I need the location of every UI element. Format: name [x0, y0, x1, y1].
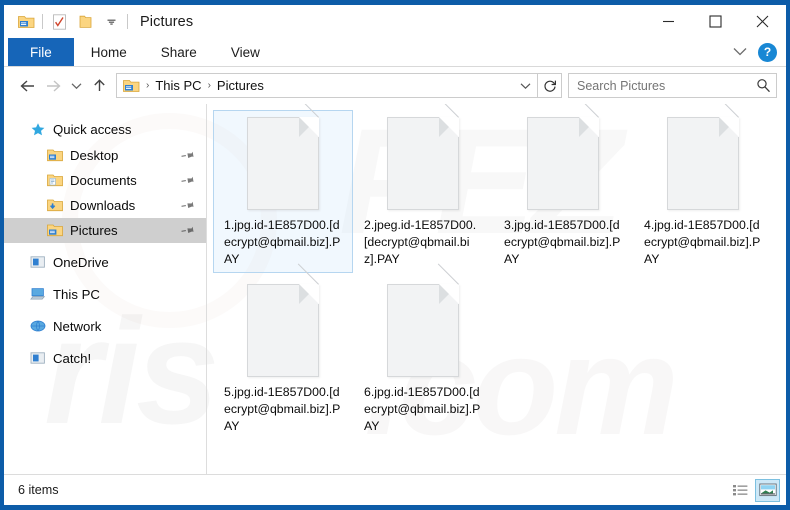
file-name: 1.jpg.id-1E857D00.[decrypt@qbmail.biz].P…: [224, 217, 342, 268]
sidebar-item-quick-access[interactable]: Quick access: [4, 117, 206, 142]
maximize-button[interactable]: [692, 5, 739, 38]
search-box[interactable]: [568, 73, 777, 98]
folder-pictures-icon: [47, 223, 63, 239]
sidebar-label: Pictures: [70, 223, 118, 238]
file-name: 3.jpg.id-1E857D00.[decrypt@qbmail.biz].P…: [504, 217, 622, 268]
onedrive-icon: [30, 255, 46, 271]
window-controls: [645, 5, 786, 38]
blank-document-icon: [527, 117, 599, 210]
sidebar-item-downloads[interactable]: Downloads: [4, 193, 206, 218]
large-icons-view-button[interactable]: [755, 479, 780, 502]
minimize-button[interactable]: [645, 5, 692, 38]
pin-icon[interactable]: [179, 196, 197, 214]
blank-document-icon: [387, 284, 459, 377]
file-name: 6.jpg.id-1E857D00.[decrypt@qbmail.biz].P…: [364, 384, 482, 435]
file-item[interactable]: 3.jpg.id-1E857D00.[decrypt@qbmail.biz].P…: [493, 110, 633, 273]
status-bar: 6 items: [4, 474, 786, 505]
window-inner: ris PEZ .com: [4, 5, 786, 505]
expand-ribbon-icon[interactable]: [733, 43, 747, 61]
item-count: 6 items: [18, 483, 59, 497]
breadcrumb-this-pc[interactable]: This PC: [152, 78, 204, 93]
network-icon: [30, 319, 46, 335]
up-button[interactable]: [86, 73, 112, 99]
pin-icon[interactable]: [179, 221, 197, 239]
search-input[interactable]: [577, 79, 755, 93]
file-item[interactable]: 1.jpg.id-1E857D00.[decrypt@qbmail.biz].P…: [213, 110, 353, 273]
tab-share[interactable]: Share: [144, 38, 214, 66]
breadcrumb-separator-0: ›: [143, 80, 152, 91]
ribbon-tab-bar: File Home Share View ?: [4, 38, 786, 67]
address-bar: › This PC › Pictures: [4, 67, 786, 104]
window-title: Pictures: [140, 14, 193, 30]
qat-divider: [42, 14, 43, 29]
folder-downloads-icon: [47, 198, 63, 214]
file-grid: 1.jpg.id-1E857D00.[decrypt@qbmail.biz].P…: [213, 110, 786, 444]
pin-icon[interactable]: [179, 146, 197, 164]
sidebar-label: Desktop: [70, 148, 118, 163]
sidebar-label: Network: [53, 319, 101, 334]
folder-desktop-icon: [47, 148, 63, 164]
sidebar-label: Documents: [70, 173, 137, 188]
new-folder-icon[interactable]: [46, 11, 72, 33]
back-button[interactable]: [14, 73, 40, 99]
recent-locations-button[interactable]: [66, 73, 86, 99]
this-pc-icon: [30, 287, 46, 303]
search-icon[interactable]: [755, 78, 772, 93]
tab-file[interactable]: File: [8, 38, 74, 66]
file-explorer-window: ris PEZ .com: [0, 0, 790, 510]
breadcrumb-bar[interactable]: › This PC › Pictures: [116, 73, 538, 98]
sidebar-item-onedrive[interactable]: OneDrive: [4, 250, 206, 275]
customize-quick-access-icon[interactable]: [98, 11, 124, 33]
folder-properties-icon[interactable]: [13, 11, 39, 33]
sidebar-label: This PC: [53, 287, 100, 302]
blank-document-icon: [387, 117, 459, 210]
folder-pictures-icon: [123, 78, 140, 93]
breadcrumb-dropdown-icon[interactable]: [516, 74, 535, 97]
help-icon[interactable]: ?: [758, 43, 777, 62]
sidebar-item-documents[interactable]: Documents: [4, 168, 206, 193]
ribbon-right-controls: ?: [733, 38, 786, 66]
tab-home[interactable]: Home: [74, 38, 144, 66]
refresh-button[interactable]: [538, 73, 562, 98]
file-item[interactable]: 2.jpeg.id-1E857D00.[decrypt@qbmail.biz].…: [353, 110, 493, 273]
sidebar-item-pictures[interactable]: Pictures: [4, 218, 206, 243]
close-button[interactable]: [739, 5, 786, 38]
title-bar: Pictures: [4, 5, 786, 38]
folder-documents-icon: [47, 173, 63, 189]
file-item[interactable]: 5.jpg.id-1E857D00.[decrypt@qbmail.biz].P…: [213, 277, 353, 440]
explorer-body: Quick access Desktop: [4, 104, 786, 474]
view-toggle-group: [728, 479, 780, 502]
folder-icon[interactable]: [72, 11, 98, 33]
quick-access-toolbar: [4, 11, 131, 33]
breadcrumb-separator-1: ›: [205, 80, 214, 91]
sidebar-label: Quick access: [53, 122, 131, 137]
sidebar-item-desktop[interactable]: Desktop: [4, 143, 206, 168]
file-name: 4.jpg.id-1E857D00.[decrypt@qbmail.biz].P…: [644, 217, 762, 268]
star-icon: [30, 122, 46, 138]
catch-icon: [30, 351, 46, 367]
tab-view[interactable]: View: [214, 38, 277, 66]
sidebar-label: Downloads: [70, 198, 135, 213]
navigation-pane: Quick access Desktop: [4, 104, 206, 474]
forward-button[interactable]: [40, 73, 66, 99]
blank-document-icon: [247, 284, 319, 377]
file-name: 2.jpeg.id-1E857D00.[decrypt@qbmail.biz].…: [364, 217, 482, 268]
sidebar-item-network[interactable]: Network: [4, 314, 206, 339]
sidebar-label: OneDrive: [53, 255, 109, 270]
breadcrumb-pictures[interactable]: Pictures: [214, 78, 267, 93]
blank-document-icon: [667, 117, 739, 210]
sidebar-item-this-pc[interactable]: This PC: [4, 282, 206, 307]
file-list-view[interactable]: 1.jpg.id-1E857D00.[decrypt@qbmail.biz].P…: [206, 104, 786, 474]
qat-divider-2: [127, 14, 128, 29]
sidebar-label: Catch!: [53, 351, 91, 366]
details-view-button[interactable]: [728, 479, 753, 502]
file-item[interactable]: 4.jpg.id-1E857D00.[decrypt@qbmail.biz].P…: [633, 110, 773, 273]
sidebar-item-catch[interactable]: Catch!: [4, 346, 206, 371]
pin-icon[interactable]: [179, 171, 197, 189]
file-item[interactable]: 6.jpg.id-1E857D00.[decrypt@qbmail.biz].P…: [353, 277, 493, 440]
file-name: 5.jpg.id-1E857D00.[decrypt@qbmail.biz].P…: [224, 384, 342, 435]
blank-document-icon: [247, 117, 319, 210]
